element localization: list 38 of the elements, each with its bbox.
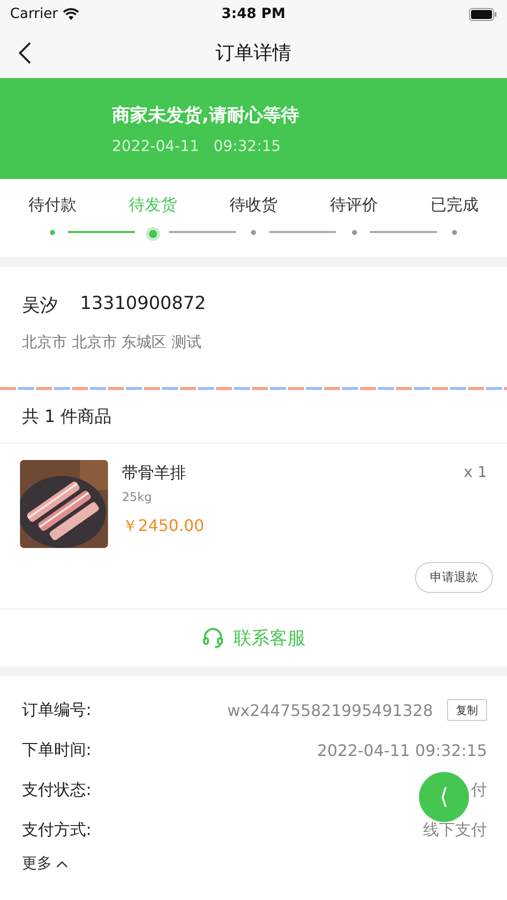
info-label: 支付状态: bbox=[22, 780, 92, 800]
step-label: 待评价 bbox=[330, 195, 378, 216]
copy-button[interactable]: 复制 bbox=[447, 699, 487, 721]
battery-icon bbox=[468, 8, 497, 20]
step-label: 待发货 bbox=[128, 195, 177, 216]
wifi-icon bbox=[62, 8, 79, 20]
recipient-phone: 13310900872 bbox=[80, 293, 206, 316]
caret-up-icon bbox=[56, 860, 68, 868]
info-value: 付 bbox=[471, 780, 487, 800]
info-label: 订单编号: bbox=[22, 700, 92, 720]
product-name: 带骨羊排 bbox=[122, 463, 187, 484]
info-value: 线下支付 bbox=[423, 820, 487, 840]
page-title: 订单详情 bbox=[216, 41, 292, 66]
product-price: ￥2450.00 bbox=[122, 516, 206, 537]
status-time: 3:48 PM bbox=[222, 6, 286, 22]
more-button[interactable]: 更多 bbox=[22, 854, 68, 873]
info-value: 2022-04-11 09:32:15 bbox=[317, 740, 487, 760]
headset-icon bbox=[202, 627, 224, 649]
info-label: 支付方式: bbox=[22, 820, 92, 840]
refund-button[interactable]: 申请退款 bbox=[415, 562, 493, 593]
address-text: 北京市 北京市 东城区 测试 bbox=[22, 333, 202, 352]
order-status-time: 2022-04-11 09:32:15 bbox=[112, 136, 282, 154]
step-label: 待付款 bbox=[28, 195, 76, 216]
product-quantity: x 1 bbox=[464, 462, 487, 483]
goods-count: 共 1 件商品 bbox=[22, 406, 112, 428]
step-line bbox=[68, 231, 136, 233]
step-label: 已完成 bbox=[430, 195, 479, 216]
order-status-title: 商家未发货,请耐心等待 bbox=[112, 104, 300, 126]
product-spec: 25kg bbox=[122, 490, 153, 504]
step-line bbox=[269, 231, 336, 233]
carrier-label: Carrier bbox=[10, 6, 58, 22]
step-line bbox=[168, 231, 236, 233]
recipient-name: 吴汐 bbox=[22, 294, 58, 317]
step-line bbox=[370, 231, 438, 233]
back-icon[interactable] bbox=[18, 42, 32, 64]
step-label: 待收货 bbox=[229, 195, 278, 216]
info-label: 下单时间: bbox=[22, 740, 92, 760]
info-value: wx244755821995491328 bbox=[227, 700, 433, 720]
